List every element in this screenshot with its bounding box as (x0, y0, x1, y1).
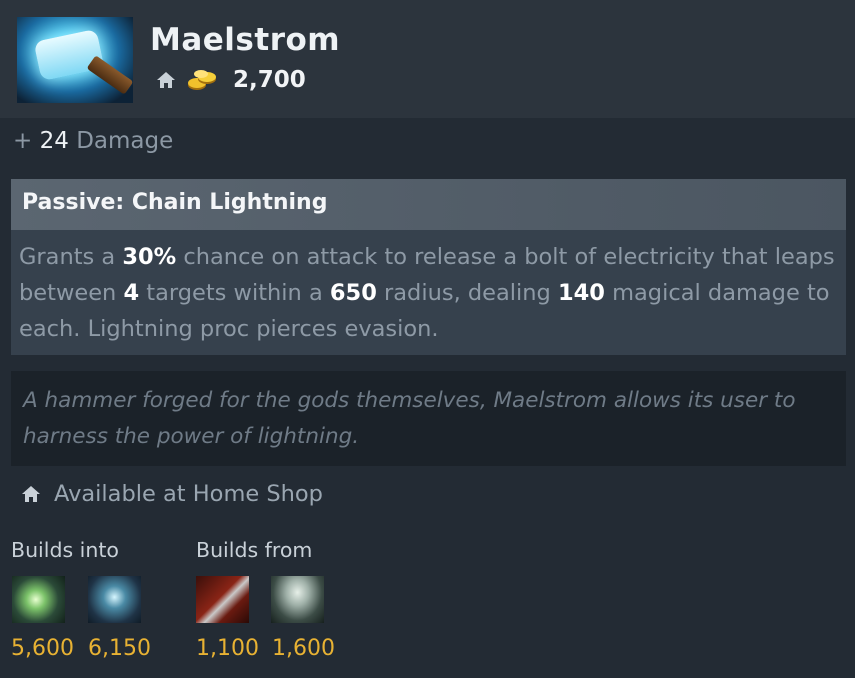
maelstrom-hammer-icon (17, 17, 133, 103)
bonus-stat: + 24 Damage (13, 128, 173, 154)
builds-from-price: 1,600 (272, 636, 335, 661)
lore-text: A hammer forged for the gods themselves,… (23, 388, 796, 449)
bonus-stat-name: Damage (76, 128, 174, 154)
desc-radius-value: 650 (329, 280, 377, 306)
desc-chance-value: 30% (122, 244, 177, 270)
lore-panel: A hammer forged for the gods themselves,… (11, 371, 846, 466)
passive-title: Passive: Chain Lightning (22, 190, 328, 215)
builds-from-label: Builds from (196, 538, 313, 562)
item-tooltip: Maelstrom 2,700 + 24 Damage Passive: Cha… (0, 0, 855, 678)
availability-row: Available at Home Shop (20, 478, 323, 510)
builds-into-price: 6,150 (88, 636, 151, 661)
desc-text: targets within a (139, 280, 330, 306)
builds-from-price: 1,100 (196, 636, 259, 661)
desc-text: Grants a (19, 244, 123, 270)
desc-text: radius, dealing (376, 280, 558, 306)
availability-text: Available at Home Shop (54, 481, 323, 507)
tooltip-header: Maelstrom 2,700 (0, 0, 855, 118)
gold-coins-icon (185, 68, 219, 92)
desc-damage-value: 140 (557, 280, 605, 306)
mjollnir-icon[interactable] (12, 576, 65, 623)
home-icon (20, 483, 42, 505)
gleipnir-icon[interactable] (88, 576, 141, 623)
desc-targets-value: 4 (123, 280, 140, 306)
passive-header: Passive: Chain Lightning (11, 179, 846, 230)
item-name: Maelstrom (150, 22, 341, 58)
item-cost-row: 2,700 (155, 64, 306, 96)
javelin-icon[interactable] (196, 576, 249, 623)
home-icon (155, 69, 177, 91)
bonus-sign: + (13, 128, 33, 154)
passive-ability-panel: Passive: Chain Lightning Grants a 30% ch… (11, 179, 846, 355)
passive-description: Grants a 30% chance on attack to release… (19, 239, 839, 347)
mithril-hammer-icon[interactable] (271, 576, 324, 623)
item-cost: 2,700 (233, 67, 306, 93)
bonus-value: 24 (39, 128, 69, 154)
builds-into-label: Builds into (11, 538, 119, 562)
builds-into-price: 5,600 (11, 636, 74, 661)
